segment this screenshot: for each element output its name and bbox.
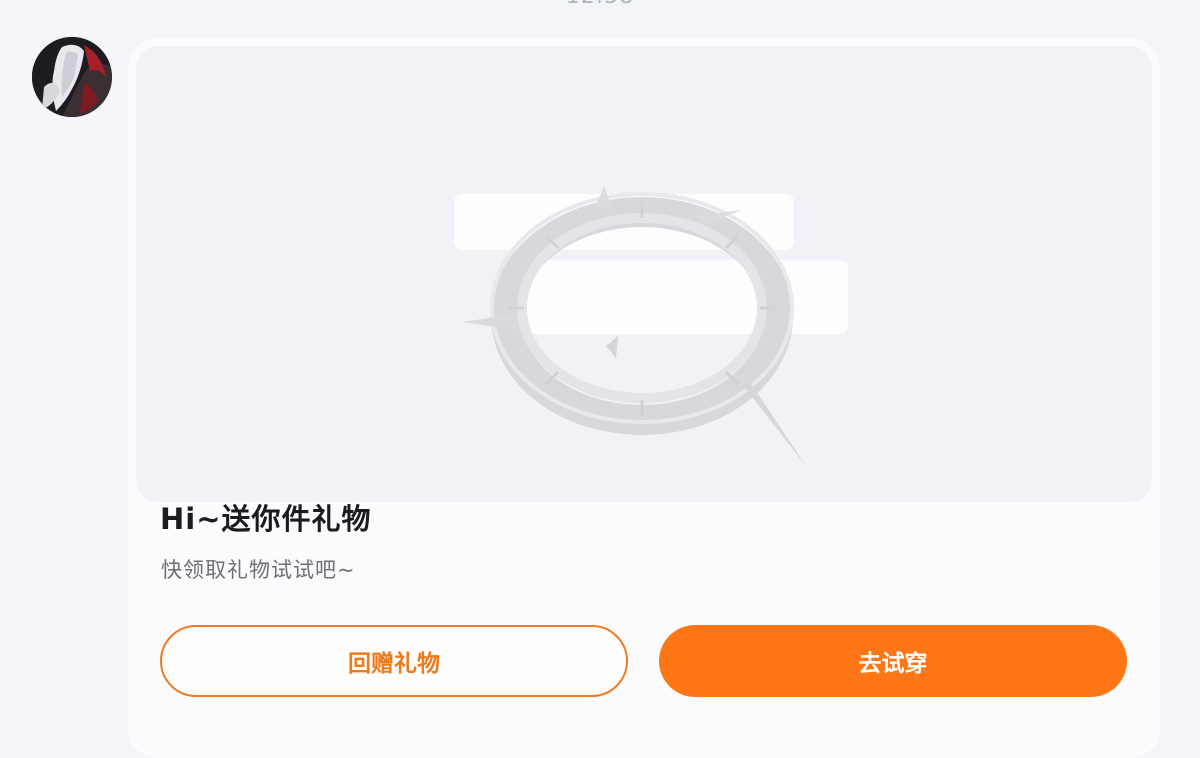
return-gift-button[interactable]: 回赠礼物 xyxy=(160,625,628,697)
gift-banner-image xyxy=(136,46,1152,502)
gift-message-card[interactable]: Hi~送你件礼物 快领取礼物试试吧~ 回赠礼物 去试穿 xyxy=(128,38,1160,758)
gift-title: Hi~送你件礼物 xyxy=(160,502,372,536)
message-timestamp: 12:58 xyxy=(0,0,1200,9)
ring-accessory-illustration xyxy=(454,186,848,466)
try-on-button[interactable]: 去试穿 xyxy=(659,625,1127,697)
avatar-image xyxy=(32,37,112,117)
gift-subtitle: 快领取礼物试试吧~ xyxy=(161,558,356,582)
sender-avatar[interactable] xyxy=(32,37,112,117)
